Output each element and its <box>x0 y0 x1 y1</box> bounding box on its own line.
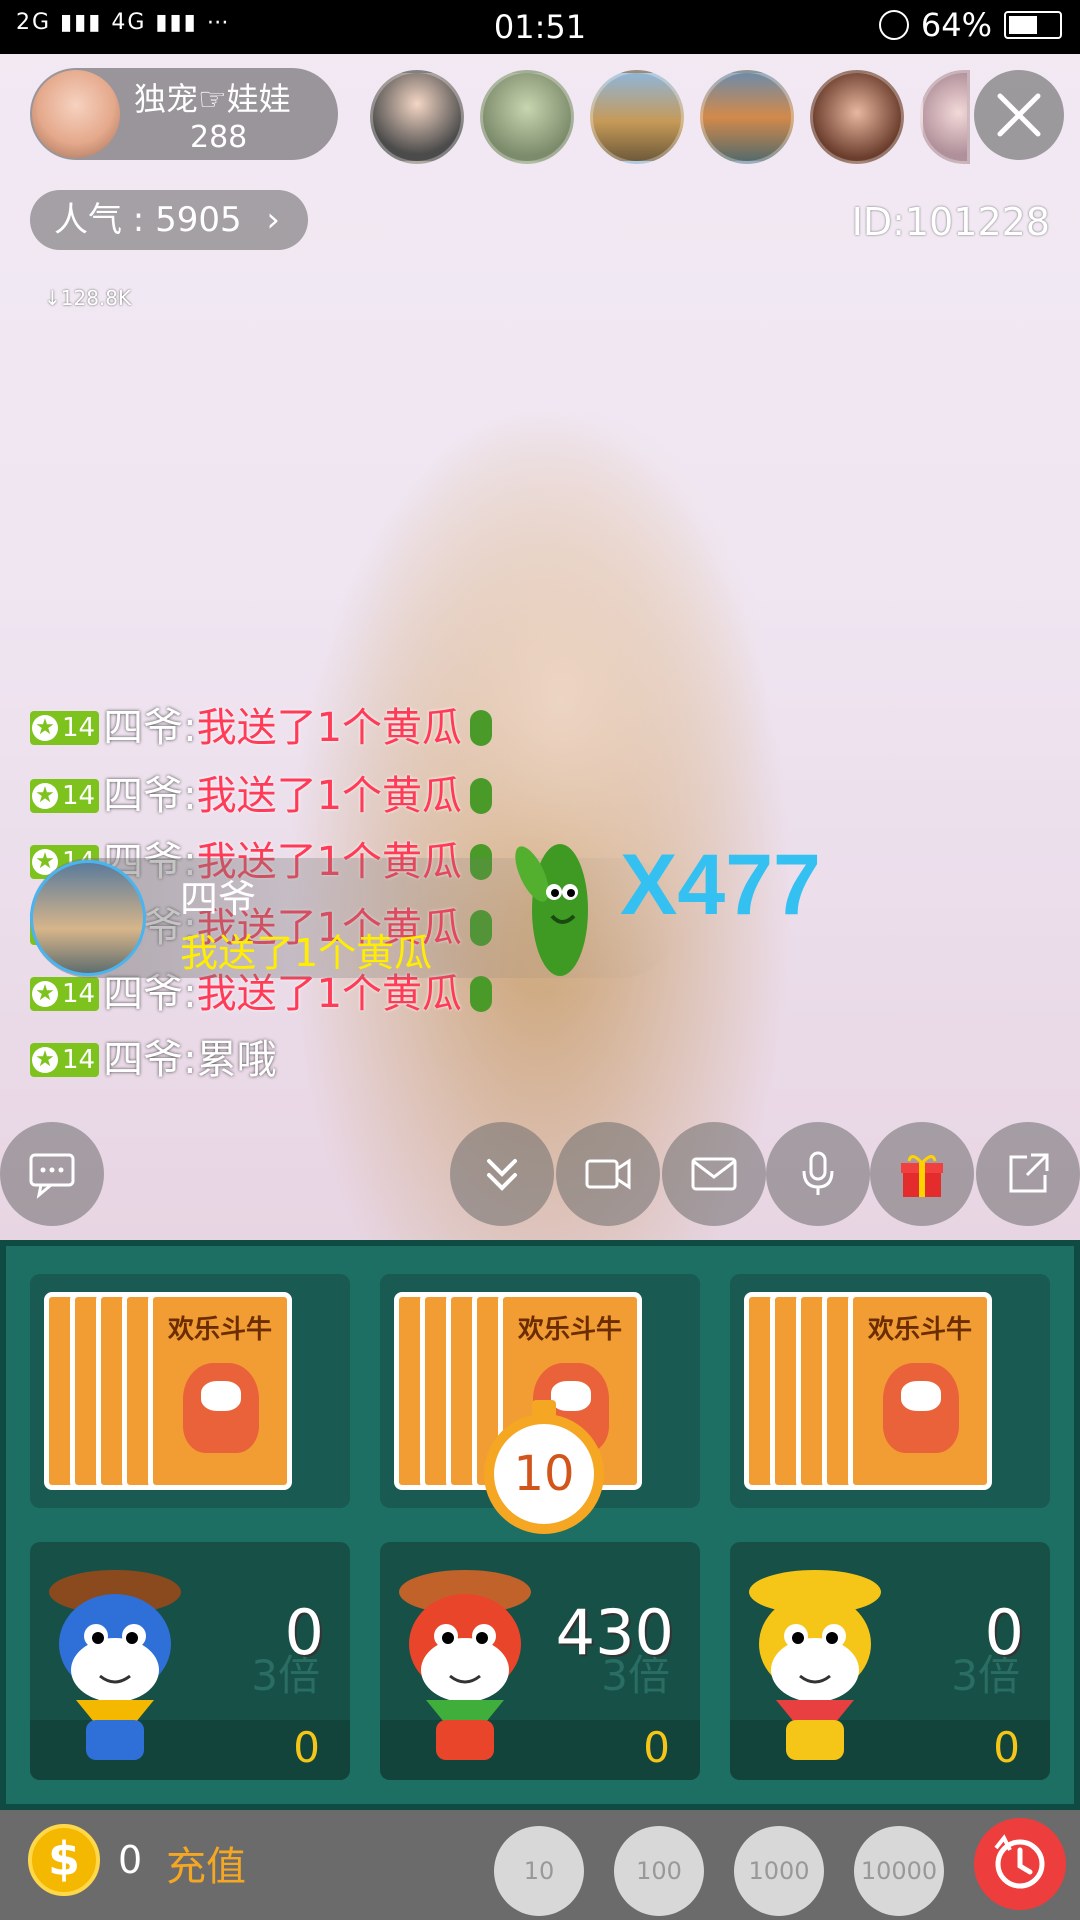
user-level-badge: ★14 <box>30 711 100 745</box>
viewer-avatar[interactable] <box>700 70 794 164</box>
bull-card-icon <box>883 1363 959 1453</box>
user-level: 14 <box>62 781 96 811</box>
cucumber-icon <box>470 778 493 814</box>
message-button[interactable] <box>662 1122 766 1226</box>
gift-sender-avatar[interactable] <box>30 860 146 976</box>
bull-card-icon <box>183 1363 259 1453</box>
chat-username[interactable]: 四爷: <box>103 700 196 756</box>
mic-button[interactable] <box>766 1122 870 1226</box>
camera-icon <box>585 1158 631 1190</box>
gift-sender-name: 四爷 <box>180 877 257 921</box>
coin-icon: $ <box>28 1824 100 1896</box>
cucumber-icon <box>470 976 493 1012</box>
user-level: 14 <box>62 713 96 743</box>
share-button[interactable] <box>976 1122 1080 1226</box>
gift-combo-count: X477 <box>620 837 821 933</box>
chip-100[interactable]: 100 <box>614 1826 704 1916</box>
chat-message: ★14四爷:我送了1个黄瓜 <box>30 700 493 756</box>
star-icon: ★ <box>32 783 58 809</box>
chip-1000[interactable]: 1000 <box>734 1826 824 1916</box>
gift-button[interactable] <box>870 1122 974 1226</box>
bottom-bar: $ 0 充值 10 100 1000 10000 <box>0 1810 1080 1920</box>
status-right: 64% <box>878 6 1062 44</box>
chip-10000[interactable]: 10000 <box>854 1826 944 1916</box>
network-speed: ↓128.8K <box>44 286 132 310</box>
user-level-badge: ★14 <box>30 1043 100 1077</box>
camera-button[interactable] <box>556 1122 660 1226</box>
battery-level <box>1009 16 1038 34</box>
popularity-label: 人气 : 5905 <box>54 200 242 240</box>
my-bet: 0 <box>993 1723 1020 1772</box>
gift-message: 我送了1个黄瓜 <box>180 931 433 975</box>
card-title: 欢乐斗牛 <box>867 1315 972 1345</box>
chevron-right-icon: › <box>266 200 281 240</box>
bet-total: 430 <box>555 1596 674 1669</box>
card-title: 欢乐斗牛 <box>517 1315 622 1345</box>
chat-text: 累哦 <box>196 1037 277 1083</box>
user-level-badge: ★14 <box>30 977 100 1011</box>
chat-button[interactable] <box>0 1122 104 1226</box>
close-button[interactable] <box>974 70 1064 160</box>
cucumber-gift-icon <box>515 844 588 976</box>
star-icon: ★ <box>32 1047 58 1073</box>
alarm-icon <box>878 10 909 40</box>
room-id: ID:101228 <box>851 200 1050 244</box>
collapse-button[interactable] <box>450 1122 554 1226</box>
bet-total: 0 <box>284 1596 324 1669</box>
refresh-icon <box>994 1834 1045 1889</box>
user-level-badge: ★14 <box>30 779 100 813</box>
chat-icon <box>29 1153 75 1199</box>
host-name: 独宠☞娃娃 <box>134 80 291 118</box>
battery-percent: 64% <box>920 6 992 44</box>
my-bet: 0 <box>293 1723 320 1772</box>
bull-fight-game-panel: 欢乐斗牛 欢乐斗牛 欢乐斗牛 10 3倍 0 0 3倍 430 0 3倍 0 0 <box>0 1240 1080 1810</box>
share-icon <box>1009 1153 1049 1193</box>
viewer-avatar[interactable] <box>590 70 684 164</box>
playing-card: 欢乐斗牛 <box>148 1292 292 1490</box>
my-bet: 0 <box>643 1723 670 1772</box>
bet-seat-panel[interactable]: 3倍 0 0 <box>30 1542 350 1780</box>
viewer-avatar[interactable] <box>480 70 574 164</box>
card-hand-panel[interactable]: 欢乐斗牛 <box>730 1274 1050 1508</box>
mail-icon <box>691 1157 737 1191</box>
refresh-button[interactable] <box>974 1818 1066 1910</box>
chat-username[interactable]: 四爷: <box>103 1032 196 1088</box>
playing-card: 欢乐斗牛 <box>848 1292 992 1490</box>
chat-text: 我送了1个黄瓜 <box>196 773 463 819</box>
star-icon: ★ <box>32 981 58 1007</box>
close-icon <box>997 93 1041 137</box>
double-chevron-down-icon <box>487 1159 517 1191</box>
chat-message: ★14四爷:我送了1个黄瓜 <box>30 768 493 824</box>
mic-icon <box>802 1151 834 1195</box>
gift-icon <box>901 1155 943 1197</box>
chat-username[interactable]: 四爷: <box>103 768 196 824</box>
card-title: 欢乐斗牛 <box>167 1315 272 1345</box>
bet-total: 0 <box>984 1596 1024 1669</box>
chat-text: 我送了1个黄瓜 <box>196 705 463 751</box>
chip-10[interactable]: 10 <box>494 1826 584 1916</box>
bet-seat-panel[interactable]: 3倍 430 0 <box>380 1542 700 1780</box>
countdown-timer: 10 <box>484 1414 604 1534</box>
star-icon: ★ <box>32 715 58 741</box>
host-avatar[interactable] <box>32 70 120 158</box>
viewer-avatar[interactable] <box>810 70 904 164</box>
user-level: 14 <box>62 1045 96 1075</box>
battery-icon <box>1004 11 1062 39</box>
coin-balance: 0 <box>118 1838 143 1882</box>
popularity-button[interactable]: 人气 : 5905 › <box>30 190 308 250</box>
blue-cowboy-mascot-icon <box>49 1570 181 1760</box>
host-follower-count: 288 <box>190 120 248 155</box>
card-hand-panel[interactable]: 欢乐斗牛 <box>30 1274 350 1508</box>
cucumber-icon <box>470 710 493 746</box>
red-cowboy-mascot-icon <box>399 1570 531 1760</box>
recharge-button[interactable]: 充值 <box>166 1834 246 1892</box>
chat-message: ★ 14 四爷: 累哦 <box>30 1032 277 1088</box>
viewer-avatar[interactable] <box>370 70 464 164</box>
bet-seat-panel[interactable]: 3倍 0 0 <box>730 1542 1050 1780</box>
yellow-bull-mascot-icon <box>749 1570 881 1760</box>
host-info[interactable]: 独宠☞娃娃 288 <box>30 68 338 160</box>
status-bar: 2G ▮▮▮ 4G ▮▮▮ ⋯ 01:51 64% <box>0 0 1080 54</box>
